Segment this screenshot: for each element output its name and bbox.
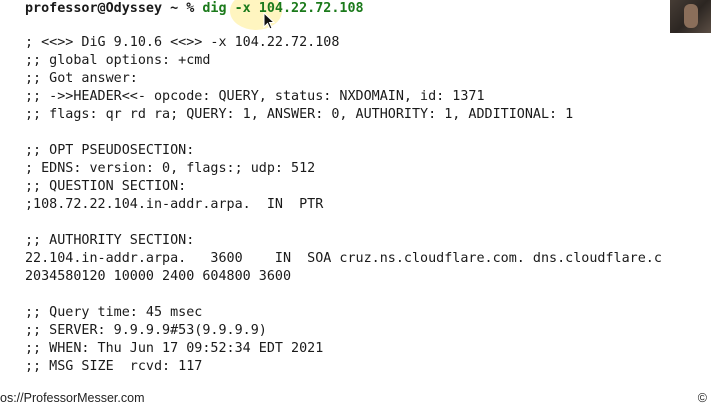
output-line: ;; flags: qr rd ra; QUERY: 1, ANSWER: 0,… xyxy=(25,107,574,122)
prompt-line: professor@Odyssey ~ % dig -x 104.22.72.1… xyxy=(25,1,364,17)
terminal-window[interactable]: professor@Odyssey ~ % dig -x 104.22.72.1… xyxy=(0,0,711,388)
output-line: ;; OPT PSEUDOSECTION: xyxy=(25,143,195,158)
prompt-command: dig -x 104.22.72.108 xyxy=(202,1,364,16)
output-line: ;; Got answer: xyxy=(25,71,138,86)
footer-url: os://ProfessorMesser.com xyxy=(0,391,145,405)
output-line: ;; global options: +cmd xyxy=(25,53,211,68)
webcam-thumbnail xyxy=(664,0,711,33)
output-line: ;; AUTHORITY SECTION: xyxy=(25,233,195,248)
output-line: ;; SERVER: 9.9.9.9#53(9.9.9.9) xyxy=(25,323,267,338)
output-line: ;; MSG SIZE rcvd: 117 xyxy=(25,359,203,374)
footer-copyright: © xyxy=(697,391,707,405)
video-footer: os://ProfessorMesser.com © xyxy=(0,388,711,406)
output-line: ;; WHEN: Thu Jun 17 09:52:34 EDT 2021 xyxy=(25,341,324,356)
output-line: 22.104.in-addr.arpa. 3600 IN SOA cruz.ns… xyxy=(25,251,662,266)
output-line: 2034580120 10000 2400 604800 3600 xyxy=(25,269,292,284)
output-line: ;; Query time: 45 msec xyxy=(25,305,203,320)
output-line: ; <<>> DiG 9.10.6 <<>> -x 104.22.72.108 xyxy=(25,35,340,50)
mouse-pointer-icon xyxy=(263,12,275,30)
prompt-host: professor@Odyssey ~ % xyxy=(25,1,203,16)
output-line: ;; ->>HEADER<<- opcode: QUERY, status: N… xyxy=(25,89,485,104)
output-line: ; EDNS: version: 0, flags:; udp: 512 xyxy=(25,161,316,176)
output-line: ;; QUESTION SECTION: xyxy=(25,179,187,194)
output-line: ;108.72.22.104.in-addr.arpa. IN PTR xyxy=(25,197,324,212)
